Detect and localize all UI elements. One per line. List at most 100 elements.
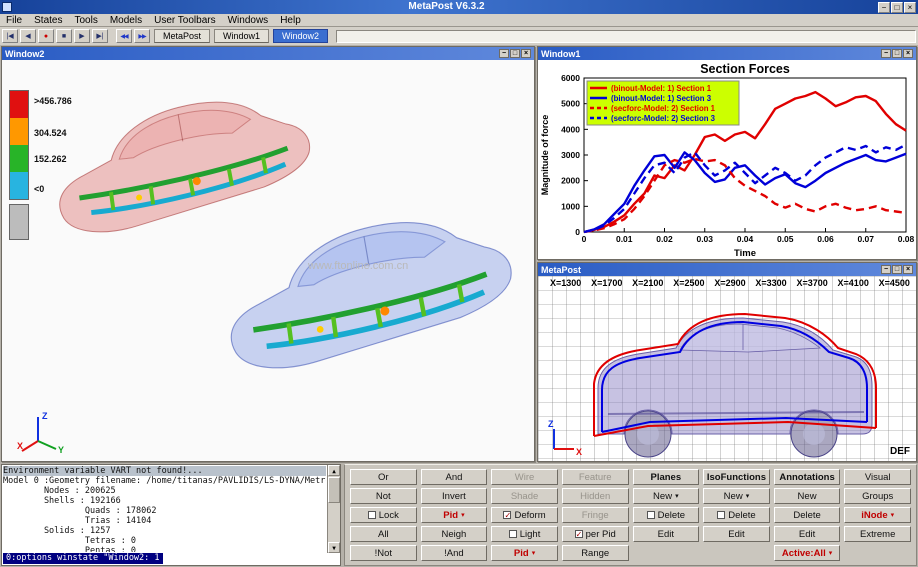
all-button[interactable]: All xyxy=(350,526,417,542)
new-isofunction-button[interactable]: New xyxy=(703,488,770,504)
message-console: Environment variable VART not found!... … xyxy=(1,464,341,566)
minimize-icon[interactable]: − xyxy=(878,2,890,13)
svg-text:0.02: 0.02 xyxy=(656,234,673,244)
menu-states[interactable]: States xyxy=(28,14,68,27)
visual-button[interactable]: Visual xyxy=(844,469,911,485)
console-scrollbar[interactable]: ▲ ▼ xyxy=(327,465,340,553)
minimize-icon[interactable]: − xyxy=(881,265,891,274)
record-icon[interactable]: ● xyxy=(38,29,54,43)
scroll-up-icon[interactable]: ▲ xyxy=(328,465,340,476)
x-label: X=2500 xyxy=(673,278,704,288)
minimize-icon[interactable]: − xyxy=(881,49,891,58)
metapost-side-viewport[interactable]: X=1300 X=1700 X=2100 X=2500 X=2900 X=330… xyxy=(538,276,916,461)
legend-seg-gray xyxy=(9,204,29,240)
skip-to-start-icon[interactable]: |◀ xyxy=(2,29,18,43)
car-models-3d-view[interactable] xyxy=(2,60,534,461)
svg-text:0.05: 0.05 xyxy=(777,234,794,244)
svg-text:(binout-Model: 1) Section 3: (binout-Model: 1) Section 3 xyxy=(611,94,712,103)
animation-toolbar: |◀ ◀ ● ■ ▶ ▶| ◀◀ ▶▶ MetaPost Window1 Win… xyxy=(0,27,918,45)
svg-text:0.08: 0.08 xyxy=(898,234,915,244)
delete-label: Delete xyxy=(658,510,685,521)
delete-annotation-button[interactable]: Delete xyxy=(774,507,841,523)
window1-titlebar[interactable]: Window1 − □ × xyxy=(538,47,916,60)
tab-metapost[interactable]: MetaPost xyxy=(154,29,210,43)
lock-toggle[interactable]: Lock xyxy=(350,507,417,523)
close-icon[interactable]: × xyxy=(903,265,913,274)
fast-forward-icon[interactable]: ▶▶ xyxy=(134,29,150,43)
edit-plane-button[interactable]: Edit xyxy=(633,526,700,542)
window1-plot-area[interactable]: 010002000300040005000600000.010.020.030.… xyxy=(538,60,916,259)
active-all-button[interactable]: Active:All xyxy=(774,545,841,561)
maximize-icon[interactable]: □ xyxy=(510,49,520,58)
menu-tools[interactable]: Tools xyxy=(68,14,103,27)
edit-isofunction-button[interactable]: Edit xyxy=(703,526,770,542)
range-button[interactable]: Range xyxy=(562,545,629,561)
maximize-icon[interactable]: □ xyxy=(892,265,902,274)
tab-window1[interactable]: Window1 xyxy=(214,29,269,43)
svg-text:0.06: 0.06 xyxy=(817,234,834,244)
light-label: Light xyxy=(520,529,541,540)
close-icon[interactable]: × xyxy=(903,49,913,58)
x-label: X=4500 xyxy=(879,278,910,288)
menu-file[interactable]: File xyxy=(0,14,28,27)
light-toggle[interactable]: Light xyxy=(491,526,558,542)
maximize-icon[interactable]: □ xyxy=(891,2,903,13)
pid-mode-button[interactable]: Pid xyxy=(421,507,488,523)
metapost-window-titlebar[interactable]: MetaPost − □ × xyxy=(538,263,916,276)
edit-annotation-button[interactable]: Edit xyxy=(774,526,841,542)
per-pid-label: per Pid xyxy=(586,529,616,540)
invert-button[interactable]: Invert xyxy=(421,488,488,504)
fast-rewind-icon[interactable]: ◀◀ xyxy=(116,29,132,43)
close-icon[interactable]: × xyxy=(521,49,531,58)
shade-button[interactable]: Shade xyxy=(491,488,558,504)
maximize-icon[interactable]: □ xyxy=(892,49,902,58)
annotations-header: Annotations xyxy=(774,469,841,485)
minimize-icon[interactable]: − xyxy=(499,49,509,58)
y-axis-label: Y xyxy=(58,445,64,455)
not-button[interactable]: Not xyxy=(350,488,417,504)
new-plane-button[interactable]: New xyxy=(633,488,700,504)
and-excl-button[interactable]: !And xyxy=(421,545,488,561)
x-label: X=1700 xyxy=(591,278,622,288)
not-excl-button[interactable]: !Not xyxy=(350,545,417,561)
delete-isofunction-button[interactable]: Delete xyxy=(703,507,770,523)
scroll-thumb[interactable] xyxy=(328,477,340,503)
menu-user-toolbars[interactable]: User Toolbars xyxy=(148,14,222,27)
menu-models[interactable]: Models xyxy=(104,14,148,27)
deform-toggle[interactable]: ✓Deform xyxy=(491,507,558,523)
window1-frame: Window1 − □ × 01000200030004000500060000… xyxy=(537,46,917,260)
fringe-button[interactable]: Fringe xyxy=(562,507,629,523)
delete-plane-button[interactable]: Delete xyxy=(633,507,700,523)
car-side-view[interactable] xyxy=(538,276,916,461)
scroll-down-icon[interactable]: ▼ xyxy=(328,542,340,553)
new-annotation-button[interactable]: New xyxy=(774,488,841,504)
section-forces-chart[interactable]: 010002000300040005000600000.010.020.030.… xyxy=(538,60,916,259)
metapost-window-frame: MetaPost − □ × X=1300 X=1700 X=2100 X=25… xyxy=(537,262,917,462)
feature-button[interactable]: Feature xyxy=(562,469,629,485)
x-label: X=3300 xyxy=(755,278,786,288)
skip-to-end-icon[interactable]: ▶| xyxy=(92,29,108,43)
window2-3d-viewport[interactable]: >456.786 304.524 152.262 <0 www.ftonline… xyxy=(2,60,534,461)
toolbar-separator xyxy=(110,29,114,43)
menu-help[interactable]: Help xyxy=(274,14,307,27)
play-icon[interactable]: ▶ xyxy=(74,29,90,43)
or-button[interactable]: Or xyxy=(350,469,417,485)
x-label: X=4100 xyxy=(838,278,869,288)
pid-fringe-button[interactable]: Pid xyxy=(491,545,558,561)
menu-windows[interactable]: Windows xyxy=(222,14,275,27)
axis-triad: Z X xyxy=(544,417,584,457)
close-icon[interactable]: × xyxy=(904,2,916,13)
hidden-button[interactable]: Hidden xyxy=(562,488,629,504)
command-input[interactable]: 0:options winstate "Window2: 1 xyxy=(3,553,163,564)
wire-button[interactable]: Wire xyxy=(491,469,558,485)
tab-window2[interactable]: Window2 xyxy=(273,29,328,43)
and-button[interactable]: And xyxy=(421,469,488,485)
extreme-button[interactable]: Extreme xyxy=(844,526,911,542)
groups-button[interactable]: Groups xyxy=(844,488,911,504)
step-back-icon[interactable]: ◀ xyxy=(20,29,36,43)
per-pid-toggle[interactable]: ✓per Pid xyxy=(562,526,629,542)
window2-titlebar[interactable]: Window2 − □ × xyxy=(2,47,534,60)
stop-icon[interactable]: ■ xyxy=(56,29,72,43)
inode-button[interactable]: iNode xyxy=(844,507,911,523)
neigh-button[interactable]: Neigh xyxy=(421,526,488,542)
